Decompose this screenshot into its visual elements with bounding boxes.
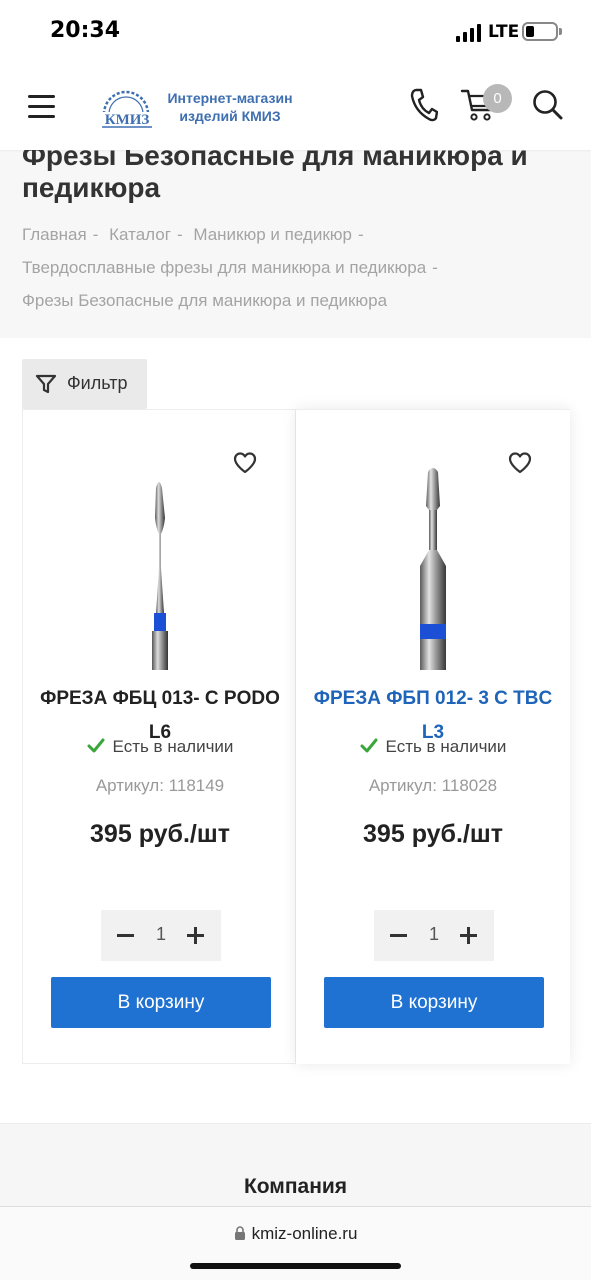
color-band	[154, 613, 166, 631]
product-card[interactable]: ФРЕЗА ФБП 012- 3 С TBC L3 Есть в наличии…	[296, 409, 570, 1064]
stock-label: Есть в наличии	[112, 737, 234, 756]
product-price: 395 руб./шт	[363, 820, 503, 848]
filter-label: Фильтр	[67, 373, 128, 393]
stock-status: Есть в наличии	[296, 737, 570, 757]
quantity-value[interactable]: 1	[141, 924, 181, 945]
quantity-stepper: 1	[374, 910, 494, 961]
search-icon[interactable]	[532, 88, 564, 122]
breadcrumb-item-carbide-burs[interactable]: Твердосплавные фрезы для маникюра и педи…	[22, 258, 426, 277]
signal-icon	[456, 24, 482, 42]
home-indicator[interactable]	[190, 1263, 401, 1269]
footer-section-title[interactable]: Компания	[0, 1175, 591, 1199]
filter-icon	[35, 374, 57, 394]
browser-url-bar[interactable]: kmiz-online.ru	[0, 1206, 591, 1280]
status-bar: 20:34 LTE	[0, 0, 591, 66]
network-type: LTE	[488, 22, 520, 42]
quantity-increase-button[interactable]	[181, 920, 211, 950]
stock-label: Есть в наличии	[385, 737, 507, 756]
url-display[interactable]: kmiz-online.ru	[0, 1224, 591, 1244]
quantity-value[interactable]: 1	[414, 924, 454, 945]
url-text: kmiz-online.ru	[251, 1224, 358, 1243]
quantity-stepper: 1	[101, 910, 221, 961]
check-icon	[87, 738, 105, 753]
stock-status: Есть в наличии	[23, 737, 297, 757]
phone-icon[interactable]	[410, 88, 438, 122]
add-to-cart-button[interactable]: В корзину	[324, 977, 544, 1028]
quantity-decrease-button[interactable]	[384, 920, 414, 950]
lock-icon	[234, 1226, 245, 1240]
logo-gear-icon: КМИЗ	[102, 90, 152, 128]
breadcrumb-item-catalog[interactable]: Каталог	[109, 225, 171, 244]
logo-text: Интернет-магазин изделий КМИЗ	[160, 89, 300, 125]
filter-button[interactable]: Фильтр	[22, 359, 147, 409]
breadcrumb-item-home[interactable]: Главная	[22, 225, 87, 244]
product-card[interactable]: ФРЕЗА ФБЦ 013- С PODO L6 Есть в наличии …	[22, 409, 296, 1064]
battery-icon	[522, 22, 558, 41]
add-to-cart-button[interactable]: В корзину	[51, 977, 271, 1028]
site-logo[interactable]: КМИЗ Интернет-магазин изделий КМИЗ	[96, 84, 296, 134]
product-sku: Артикул: 118028	[368, 776, 498, 795]
product-sku: Артикул: 118149	[95, 776, 225, 795]
breadcrumb-item-manicure[interactable]: Маникюр и педикюр	[193, 225, 352, 244]
svg-text:КМИЗ: КМИЗ	[105, 112, 150, 128]
site-header: КМИЗ Интернет-магазин изделий КМИЗ 0	[0, 66, 591, 150]
breadcrumb-item-current: Фрезы Безопасные для маникюра и педикюра	[22, 291, 388, 310]
logo-line-2: изделий КМИЗ	[179, 108, 281, 124]
breadcrumb: Главная - Каталог - Маникюр и педикюр - Тве…	[22, 225, 438, 310]
quantity-decrease-button[interactable]	[111, 920, 141, 950]
product-price: 395 руб./шт	[90, 820, 230, 848]
quantity-increase-button[interactable]	[454, 920, 484, 950]
logo-line-1: Интернет-магазин	[167, 90, 293, 106]
menu-icon[interactable]	[28, 95, 56, 119]
check-icon	[360, 738, 378, 753]
cart-count-badge: 0	[483, 84, 512, 113]
product-image[interactable]	[60, 448, 260, 670]
color-band	[420, 624, 446, 639]
status-time: 20:34	[50, 18, 121, 43]
title-area: Фрезы Безопасные для маникюра и педикюра…	[0, 140, 591, 338]
product-image[interactable]	[333, 448, 533, 670]
battery-tip	[559, 28, 562, 35]
